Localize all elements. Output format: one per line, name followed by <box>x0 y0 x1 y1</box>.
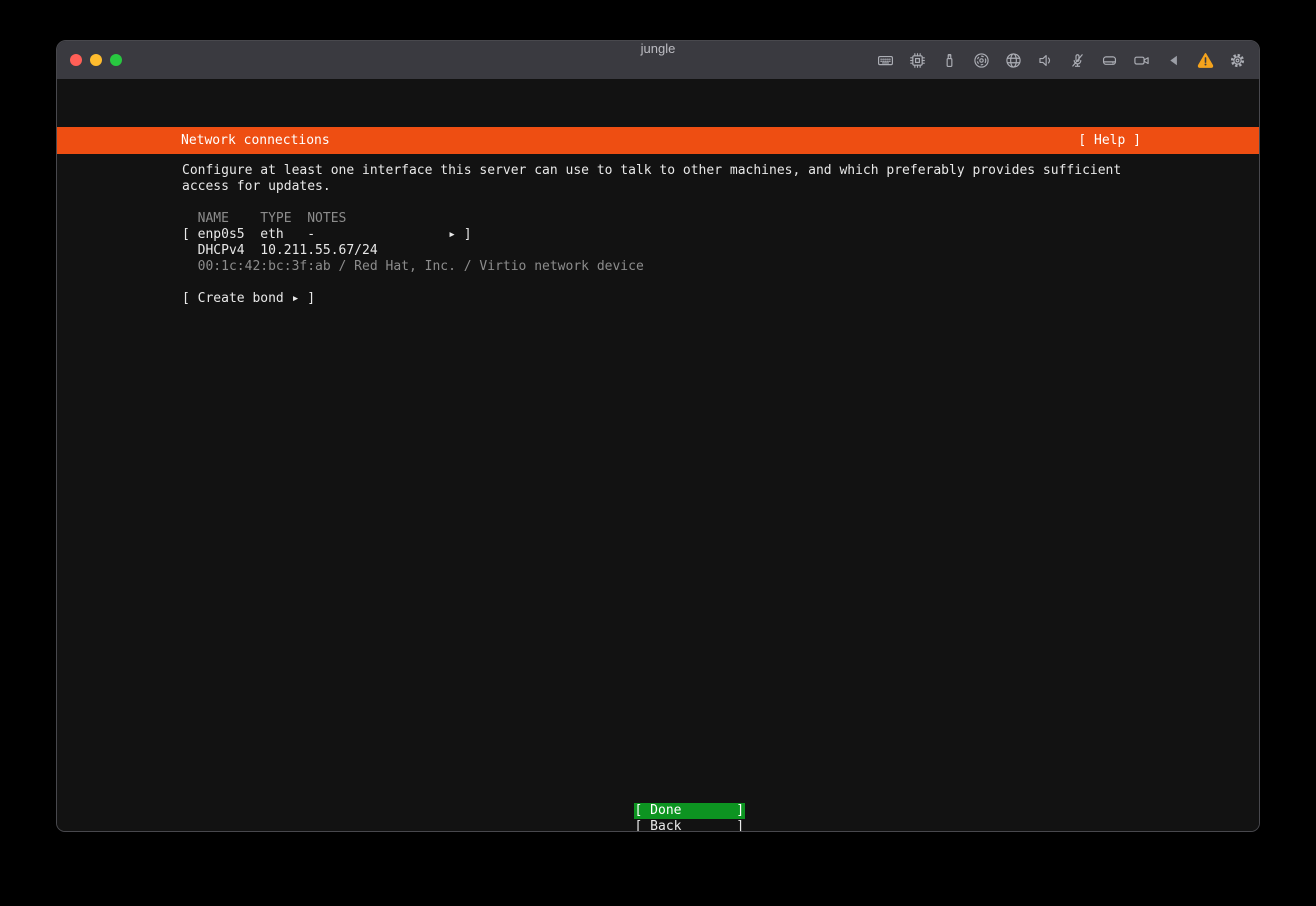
screen-footer: [ Done ] [ Back ] <box>57 787 1259 819</box>
cd-disc-icon[interactable] <box>973 52 990 69</box>
device-info-row: 00:1c:42:bc:3f:ab / Red Hat, Inc. / Virt… <box>182 259 1219 275</box>
settings-gear-icon[interactable] <box>1229 52 1246 69</box>
usb-icon[interactable] <box>941 52 958 69</box>
close-button[interactable] <box>70 54 82 66</box>
zoom-button[interactable] <box>110 54 122 66</box>
vm-toolbar <box>877 41 1246 79</box>
help-button[interactable]: [ Help ] <box>1078 127 1141 154</box>
device-row-enp0s5[interactable]: [ enp0s5 eth - ▸ ] <box>182 227 1219 243</box>
minimize-button[interactable] <box>90 54 102 66</box>
instructions-line-2: access for updates. <box>182 179 1219 195</box>
done-button[interactable]: [ Done ] <box>57 787 1259 803</box>
device-table-header: NAME TYPE NOTES <box>182 211 1219 227</box>
cpu-icon[interactable] <box>909 52 926 69</box>
hard-disk-icon[interactable] <box>1101 52 1118 69</box>
back-button-label[interactable]: [ Back ] <box>634 819 746 832</box>
instructions-line-1: Configure at least one interface this se… <box>182 163 1219 179</box>
create-bond-button[interactable]: [ Create bond ▸ ] <box>182 291 1219 307</box>
device-dhcp-row: DHCPv4 10.211.55.67/24 <box>182 243 1219 259</box>
microphone-muted-icon[interactable] <box>1069 52 1086 69</box>
installer-screen: Network connections [ Help ] Configure a… <box>57 79 1259 832</box>
network-globe-icon[interactable] <box>1005 52 1022 69</box>
vm-window: jungle <box>56 40 1260 832</box>
warning-icon[interactable] <box>1197 52 1214 69</box>
sound-icon[interactable] <box>1037 52 1054 69</box>
window-titlebar[interactable]: jungle <box>57 41 1259 79</box>
traffic-lights <box>70 54 122 66</box>
done-button-label[interactable]: [ Done ] <box>634 803 746 819</box>
screen-header: Network connections [ Help ] <box>57 127 1259 154</box>
page-title: Network connections <box>181 127 330 154</box>
camera-icon[interactable] <box>1133 52 1150 69</box>
parallels-triangle-icon[interactable] <box>1165 52 1182 69</box>
screen-content: Configure at least one interface this se… <box>182 163 1219 307</box>
keyboard-icon[interactable] <box>877 52 894 69</box>
